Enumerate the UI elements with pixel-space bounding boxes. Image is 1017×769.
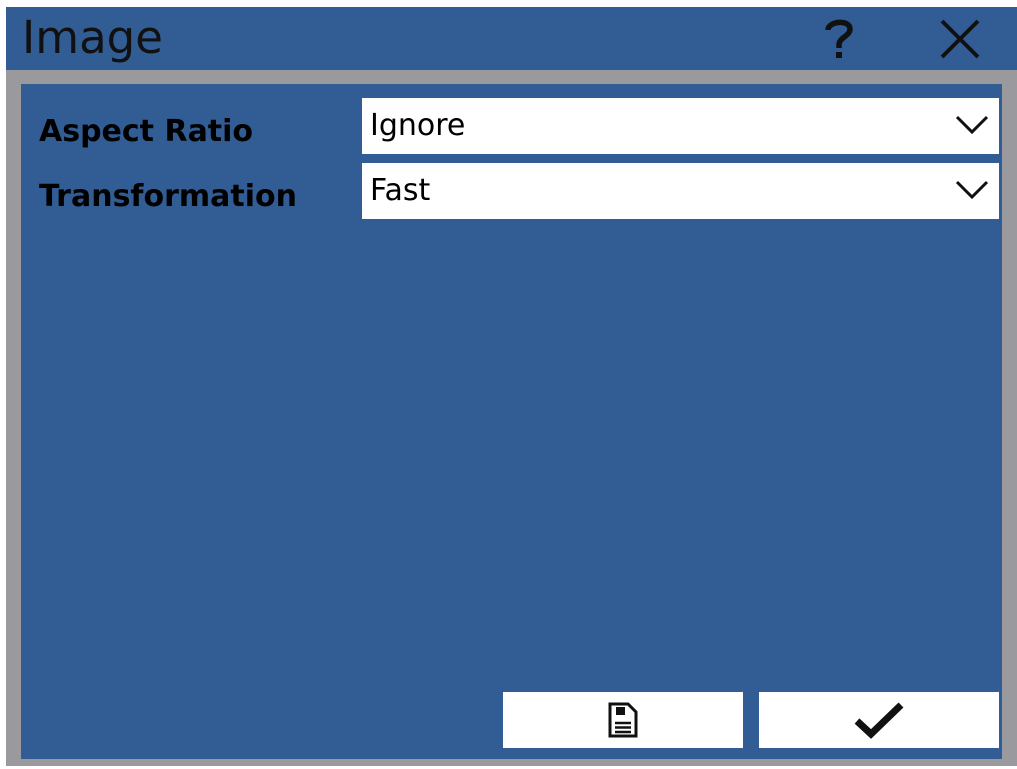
question-mark-icon [825,19,853,58]
help-button[interactable] [814,13,864,65]
image-dialog: Image Aspect Ratio Ignore Transformation… [6,7,1017,766]
checkmark-icon [854,702,904,739]
transformation-dropdown[interactable]: Fast [362,163,999,219]
close-button[interactable] [934,13,986,65]
save-button[interactable] [503,692,743,748]
chevron-down-icon [955,115,989,135]
chevron-down-icon [955,180,989,200]
save-document-icon [608,702,638,738]
dialog-content: Aspect Ratio Ignore Transformation Fast [21,84,1002,759]
ok-button[interactable] [759,692,999,748]
transformation-value: Fast [370,173,431,208]
title-bar[interactable]: Image [6,7,1017,70]
aspect-ratio-label: Aspect Ratio [39,114,254,149]
transformation-label: Transformation [39,179,297,214]
close-icon [940,19,980,59]
dialog-title: Image [22,11,163,64]
aspect-ratio-value: Ignore [370,108,466,143]
aspect-ratio-dropdown[interactable]: Ignore [362,98,999,154]
